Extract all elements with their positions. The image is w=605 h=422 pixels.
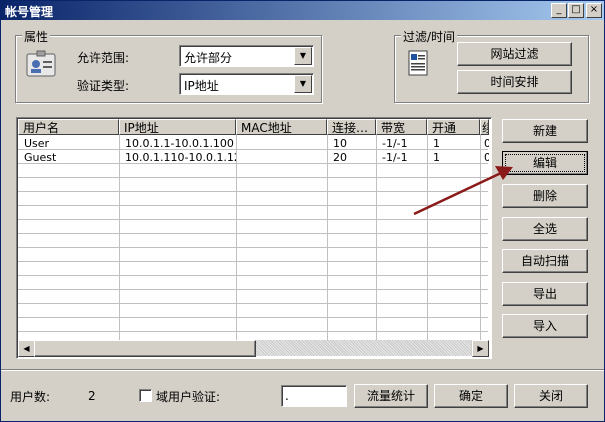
col-header-username[interactable]: 用户名 [18, 119, 119, 135]
domain-auth-label: 域用户验证: [156, 390, 221, 404]
scroll-right-icon[interactable]: ▶ [472, 340, 489, 357]
grid-line [18, 261, 488, 262]
auth-type-value: IP地址 [184, 79, 219, 93]
document-icon [407, 50, 429, 76]
scroll-track[interactable] [256, 340, 471, 356]
maximize-button[interactable]: □ [568, 3, 584, 18]
attributes-group: 属性 允许范围: 允许部分 ▼ 验证类型: IP地址 ▼ [15, 28, 322, 103]
user-card-icon [26, 50, 56, 78]
grid-line [18, 289, 488, 290]
chevron-down-icon[interactable]: ▼ [294, 75, 312, 93]
edit-button[interactable]: 编辑 [502, 151, 588, 175]
scope-value: 允许部分 [184, 51, 233, 65]
grid-line [18, 219, 488, 220]
col-header-mac[interactable]: MAC地址 [236, 119, 327, 135]
grid-line [18, 247, 488, 248]
grid-line [427, 135, 428, 340]
grid-line [18, 275, 488, 276]
auth-type-label: 验证类型: [77, 79, 130, 93]
ok-button[interactable]: 确定 [434, 384, 508, 408]
site-filter-button[interactable]: 网站过滤 [457, 42, 572, 66]
horizontal-scrollbar[interactable]: ◀ ▶ [18, 340, 489, 357]
export-button[interactable]: 导出 [502, 282, 588, 306]
close-button[interactable]: 关闭 [514, 384, 588, 408]
col-header-bandwidth[interactable]: 带宽 [376, 119, 427, 135]
grid-line [18, 205, 488, 206]
user-count-value: 2 [88, 389, 96, 403]
chevron-down-icon[interactable]: ▼ [294, 47, 312, 65]
new-button[interactable]: 新建 [502, 119, 588, 143]
import-button[interactable]: 导入 [502, 314, 588, 338]
user-count-label: 用户数: [10, 390, 51, 404]
grid-line [480, 135, 481, 340]
domain-input-value: . [285, 389, 289, 403]
grid-line [18, 177, 488, 178]
scroll-thumb[interactable] [34, 340, 256, 357]
divider [1, 369, 604, 371]
attributes-legend: 属性 [22, 28, 51, 45]
traffic-stats-button[interactable]: 流量统计 [354, 384, 428, 408]
grid-line [327, 135, 328, 340]
grid-line [376, 135, 377, 340]
filter-time-legend: 过滤/时间 [401, 28, 458, 45]
auto-scan-button[interactable]: 自动扫描 [502, 249, 588, 273]
grid-line [18, 149, 488, 150]
grid-line [18, 233, 488, 234]
minimize-button[interactable]: _ [551, 3, 567, 18]
scope-select[interactable]: 允许部分 ▼ [179, 45, 314, 67]
grid-line [18, 163, 488, 164]
account-management-window: 帐号管理 _ □ × 属性 允许范围: 允许部分 ▼ 验证类型: IP地址 ▼ [0, 0, 605, 422]
grid-line [119, 135, 120, 340]
close-window-button[interactable]: × [586, 3, 602, 18]
grid-line [18, 303, 488, 304]
grid-line [236, 135, 237, 340]
domain-auth-checkbox[interactable] [139, 389, 152, 402]
delete-button[interactable]: 删除 [502, 184, 588, 208]
window-title: 帐号管理 [5, 5, 54, 19]
col-header-extra[interactable]: 续 [480, 119, 489, 135]
domain-input[interactable]: . [281, 385, 347, 407]
grid-line [18, 331, 488, 332]
account-list[interactable]: 用户名 IP地址 MAC地址 连接… 带宽 开通 续 User 10.0.1.1… [16, 117, 492, 359]
col-header-ip[interactable]: IP地址 [119, 119, 236, 135]
col-header-enabled[interactable]: 开通 [427, 119, 480, 135]
col-header-connections[interactable]: 连接… [327, 119, 376, 135]
filter-time-group: 过滤/时间 网站过滤 时间安排 [394, 28, 589, 103]
scope-label: 允许范围: [77, 51, 130, 65]
auth-type-select[interactable]: IP地址 ▼ [179, 73, 314, 95]
select-all-button[interactable]: 全选 [502, 217, 588, 241]
title-bar[interactable]: 帐号管理 _ □ × [1, 1, 604, 20]
grid-line [18, 317, 488, 318]
scroll-left-icon[interactable]: ◀ [18, 340, 35, 357]
time-schedule-button[interactable]: 时间安排 [457, 70, 572, 94]
grid-line [18, 191, 488, 192]
